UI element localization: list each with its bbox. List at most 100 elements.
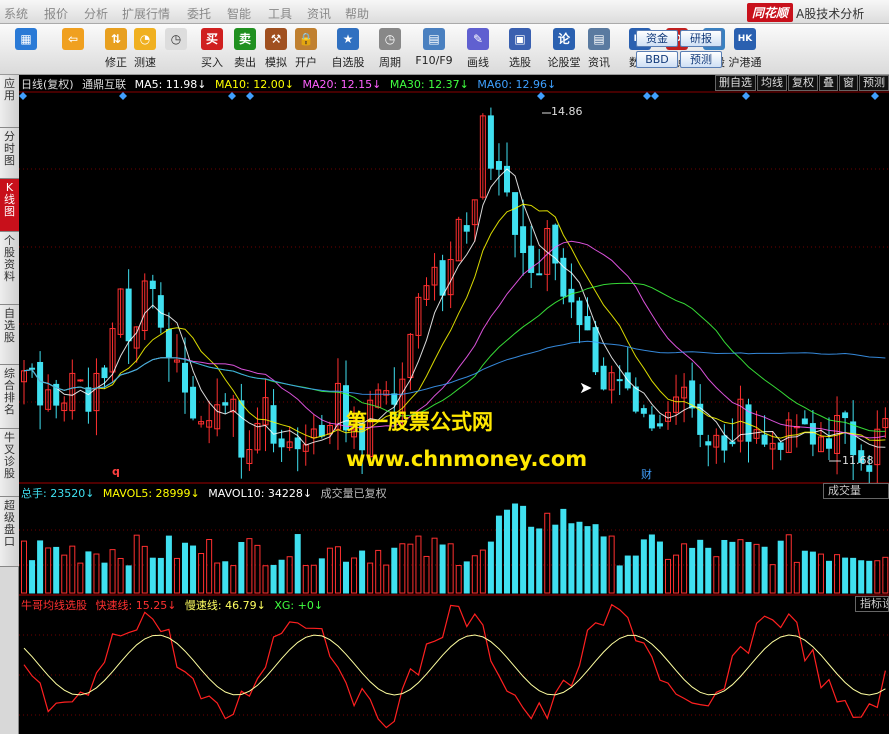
volume-bar — [198, 553, 205, 594]
low-price-label: 11.68 — [842, 454, 874, 467]
toolbar-button-label: F10/F9 — [415, 54, 453, 67]
small-tool-button[interactable]: 预测 — [680, 51, 722, 68]
news-icon: ▤ — [588, 28, 610, 50]
hk-connect-button[interactable]: HK 沪港通 — [729, 28, 762, 70]
menu-item[interactable]: 工具 — [268, 5, 292, 22]
star-button[interactable]: ★ 自选股 — [332, 28, 365, 70]
toolbar-button-label: 沪港通 — [728, 56, 762, 69]
volume-bar — [689, 547, 696, 594]
buy-icon: 买 — [201, 28, 223, 50]
volume-bar — [375, 549, 382, 594]
volume-bar — [721, 539, 728, 594]
news-button[interactable]: ▤ 资讯 — [585, 28, 613, 70]
menu-item[interactable]: 分析 — [84, 5, 108, 22]
side-tab[interactable]: 分时图 — [0, 128, 19, 179]
down-candle — [318, 424, 325, 437]
toolbar-button-label: 选股 — [509, 56, 531, 69]
pencil-button[interactable]: ✎ 画线 — [464, 28, 492, 70]
down-candle — [125, 288, 132, 342]
menu-item[interactable]: 扩展行情 — [122, 5, 170, 22]
side-tab[interactable]: 应用 — [0, 75, 19, 128]
volume-bar — [479, 549, 486, 594]
side-tab[interactable]: 超级盘口 — [0, 497, 19, 567]
volume-bar — [278, 559, 285, 594]
down-candle — [37, 361, 44, 406]
side-tab[interactable]: 自选股 — [0, 305, 19, 365]
lock-button[interactable]: 🔒 开户 — [292, 28, 320, 70]
volume-bar — [133, 534, 140, 594]
volume-bar — [842, 557, 849, 594]
volume-bar — [326, 547, 333, 594]
forum-button[interactable]: 论论股堂 — [548, 28, 581, 70]
side-tab[interactable]: 牛叉诊股 — [0, 429, 19, 497]
volume-bar — [407, 543, 414, 594]
volume-bar — [93, 553, 100, 594]
volume-bar — [302, 565, 309, 594]
down-candle — [190, 386, 197, 419]
down-candle — [576, 300, 583, 326]
event-diamond-icon — [871, 92, 879, 100]
volume-bar — [753, 543, 760, 594]
high-price-label: 14.86 — [551, 105, 583, 118]
back-arrow-button[interactable]: ⇦ — [59, 28, 87, 50]
volume-bar — [334, 546, 341, 594]
buy-button[interactable]: 买买入 — [198, 28, 226, 70]
f10-icon: ▤ — [423, 28, 445, 50]
down-candle — [463, 225, 470, 232]
event-diamond-icon — [19, 92, 27, 100]
down-candle — [809, 423, 816, 445]
small-tool-button[interactable]: BBD — [636, 51, 678, 68]
down-candle — [568, 288, 575, 303]
volume-bar — [383, 564, 390, 594]
volume-bar — [222, 561, 229, 594]
f10-button[interactable]: ▤ F10/F9 — [415, 28, 453, 67]
clock-button[interactable]: ◷ — [162, 28, 190, 50]
down-candle — [149, 280, 156, 290]
menu-item[interactable]: 系统 — [4, 5, 28, 22]
volume-bar — [165, 535, 172, 594]
fast-line-readout: 快速线: 15.25↓ — [95, 599, 177, 612]
volume-bar — [21, 540, 27, 594]
cycle-clock-button[interactable]: ◷ 周期 — [376, 28, 404, 70]
volume-bar — [785, 534, 792, 594]
volume-bar — [616, 565, 623, 594]
indicator-settings-button[interactable]: 指标设 — [855, 596, 889, 612]
side-tab[interactable]: 个股资料 — [0, 232, 19, 305]
down-candle — [777, 442, 784, 450]
menu-item[interactable]: 资讯 — [307, 5, 331, 22]
volume-bar — [866, 560, 873, 594]
toolbar-button-label: 周期 — [379, 56, 401, 69]
speed-button[interactable]: ◔ 测速 — [131, 28, 159, 70]
select-stock-button[interactable]: ▣ 选股 — [506, 28, 534, 70]
menu-item[interactable]: 报价 — [44, 5, 68, 22]
event-marker-q[interactable]: q — [112, 465, 120, 478]
menu-item[interactable]: 委托 — [187, 5, 211, 22]
fast-indicator-line — [23, 603, 886, 729]
brand-logo: 同花顺 — [746, 3, 793, 22]
kline-chart-area[interactable]: 日线(复权) 通鼎互联 MA5: 11.98↓ MA10: 12.00↓ MA2… — [19, 75, 889, 734]
indicator-info-bar: 牛哥均线选股 快速线: 15.25↓ 慢速线: 46.79↓ XG: +0↓ — [21, 597, 328, 613]
windows-grid-button[interactable]: ▦ — [12, 28, 40, 50]
down-candle — [512, 192, 519, 235]
small-tool-button[interactable]: 研报 — [680, 30, 722, 47]
event-diamond-icon — [742, 92, 750, 100]
volume-indicator-button[interactable]: 成交量 — [823, 483, 889, 499]
event-marker-finance[interactable]: 财 — [641, 466, 652, 482]
menu-item[interactable]: 帮助 — [345, 5, 369, 22]
window-title: A股技术分析 — [796, 7, 865, 21]
volume-bar — [125, 565, 132, 594]
side-tab[interactable]: 综合排名 — [0, 365, 19, 429]
volume-bar — [504, 509, 510, 594]
down-candle — [705, 441, 712, 446]
side-tab[interactable]: K线图 — [0, 179, 19, 232]
volume-bar — [439, 544, 446, 594]
volume-bar — [817, 553, 824, 594]
small-tool-button[interactable]: 资金 — [636, 30, 678, 47]
volume-bar — [294, 534, 301, 594]
pencil-icon: ✎ — [467, 28, 489, 50]
down-candle — [761, 434, 768, 445]
down-candle — [520, 226, 527, 254]
menu-item[interactable]: 智能 — [227, 5, 251, 22]
volume-bar — [487, 541, 494, 594]
windows-grid-icon: ▦ — [15, 28, 37, 50]
